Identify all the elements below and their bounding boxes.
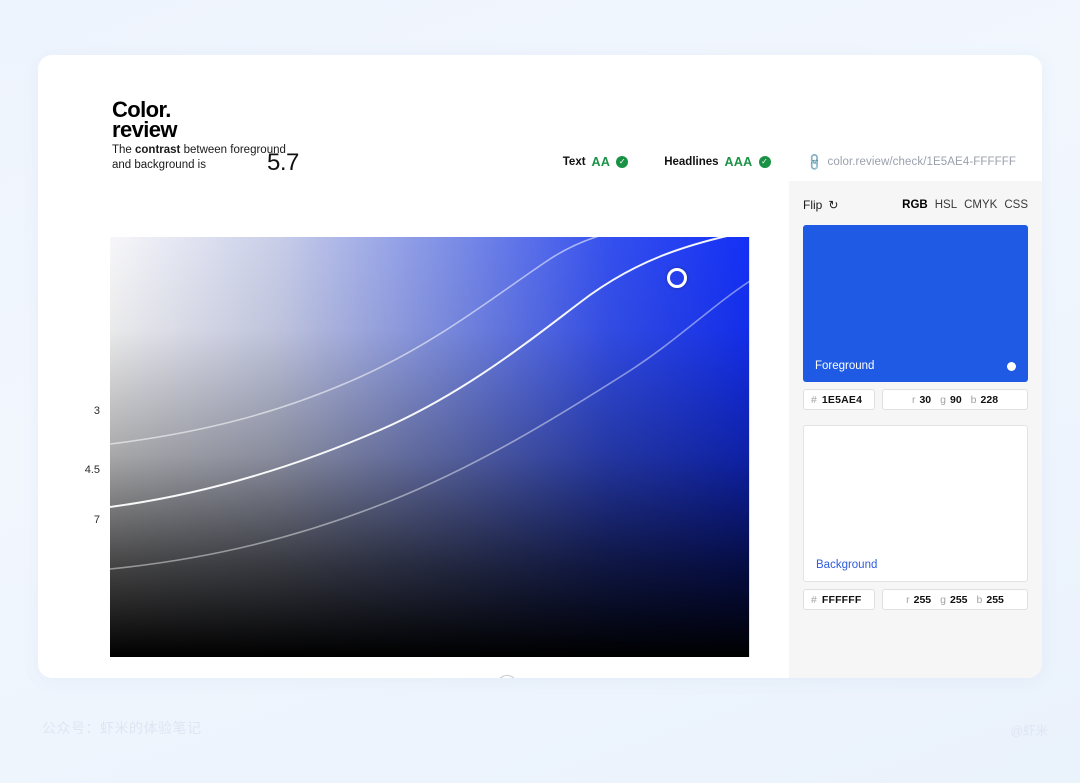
foreground-b-key: b (970, 393, 977, 406)
permalink-url[interactable]: color.review/check/1E5AE4-FFFFFF (827, 156, 1016, 168)
contrast-curve-4-5 (110, 237, 728, 508)
background-hex-value[interactable]: FFFFFF (822, 594, 862, 606)
axis-tick-7: 7 (93, 514, 100, 526)
contrast-ratio-value: 5.7 (267, 149, 299, 176)
foreground-swatch[interactable]: Foreground (803, 225, 1028, 382)
background-b-value[interactable]: 255 (986, 594, 1004, 606)
check-circle-icon: ✓ (758, 156, 771, 168)
contrast-sentence-prefix: The (112, 144, 136, 156)
flip-button[interactable]: Flip ↻ (803, 198, 838, 212)
contrast-curves (110, 237, 750, 570)
background-swatch[interactable]: Background (803, 425, 1028, 582)
color-values-panel: Flip ↻ RGB HSL CMYK CSS Foreground # 1E5… (789, 181, 1042, 678)
foreground-b-value[interactable]: 228 (981, 394, 999, 406)
tab-css[interactable]: CSS (1004, 199, 1028, 211)
background-g-value[interactable]: 255 (950, 594, 968, 606)
watermark-left: 公众号：虾米的体验笔记 (42, 720, 202, 736)
contrast-sentence-bold: contrast (135, 144, 181, 156)
app-body: 3 4.5 7 Flip ↻ RGB HSL CMYK CSS Foregrou… (38, 181, 1042, 678)
contrast-axis: 3 4.5 7 (38, 237, 110, 657)
foreground-r-key: r (911, 393, 916, 406)
brand-logo: Color. review (112, 99, 178, 142)
link-icon: 🔗 (803, 151, 825, 173)
permalink[interactable]: 🔗 color.review/check/1E5AE4-FFFFFF (803, 151, 1016, 173)
color-picker-area[interactable] (110, 237, 750, 657)
rating-headlines-label: Headlines (664, 156, 719, 168)
foreground-r-value[interactable]: 30 (919, 394, 931, 406)
background-g-key: g (940, 593, 946, 606)
background-b-key: b (976, 593, 983, 606)
rating-text-score: AA (591, 155, 611, 169)
check-circle-icon: ✓ (616, 156, 629, 168)
background-r-value[interactable]: 255 (914, 594, 932, 606)
foreground-value-row: # 1E5AE4 r 30 g 90 b 228 (803, 389, 1028, 410)
foreground-hex-field[interactable]: # 1E5AE4 (803, 389, 875, 410)
axis-tick-3: 3 (93, 405, 100, 417)
panel-toolbar: Flip ↻ RGB HSL CMYK CSS (803, 195, 1028, 215)
hue-slider-handle[interactable] (498, 676, 516, 678)
hue-slider[interactable] (128, 676, 740, 678)
contrast-description: The contrast between foreground and back… (112, 143, 292, 172)
color-review-app-card: Color. review The contrast between foreg… (38, 55, 1042, 678)
foreground-swatch-label: Foreground (815, 360, 875, 372)
foreground-g-value[interactable]: 90 (950, 394, 962, 406)
background-r-key: r (906, 593, 910, 606)
foreground-rgb-field[interactable]: r 30 g 90 b 228 (882, 389, 1028, 410)
foreground-hex-value[interactable]: 1E5AE4 (822, 394, 862, 406)
color-format-tabs: RGB HSL CMYK CSS (902, 199, 1028, 211)
contrast-curve-7 (110, 280, 750, 570)
hash-icon: # (811, 593, 817, 606)
hash-icon: # (811, 393, 817, 406)
color-picker-handle[interactable] (667, 268, 687, 288)
tab-rgb[interactable]: RGB (902, 199, 928, 211)
foreground-g-key: g (940, 393, 946, 406)
axis-tick-4-5: 4.5 (84, 464, 100, 476)
background-swatch-label: Background (816, 559, 878, 571)
rating-text: Text AA ✓ (562, 155, 629, 169)
watermark-right: @虾米 (1010, 724, 1048, 738)
rating-headlines: Headlines AAA ✓ (664, 155, 771, 169)
background-rgb-field[interactable]: r 255 g 255 b 255 (882, 589, 1028, 610)
flip-label: Flip (803, 198, 823, 212)
app-header: Color. review The contrast between foreg… (38, 55, 1042, 181)
rating-headlines-score: AAA (724, 155, 753, 169)
background-value-row: # FFFFFF r 255 g 255 b 255 (803, 589, 1028, 610)
brand-line-2: review (112, 117, 178, 142)
foreground-selected-dot (1007, 362, 1016, 371)
wcag-ratings: Text AA ✓ Headlines AAA ✓ 🔗 color.review… (562, 151, 1016, 173)
tab-hsl[interactable]: HSL (935, 199, 957, 211)
background-hex-field[interactable]: # FFFFFF (803, 589, 875, 610)
refresh-cycle-icon: ↻ (828, 198, 839, 212)
tab-cmyk[interactable]: CMYK (964, 199, 997, 211)
contrast-curve-3 (110, 237, 599, 445)
rating-text-label: Text (562, 156, 586, 168)
